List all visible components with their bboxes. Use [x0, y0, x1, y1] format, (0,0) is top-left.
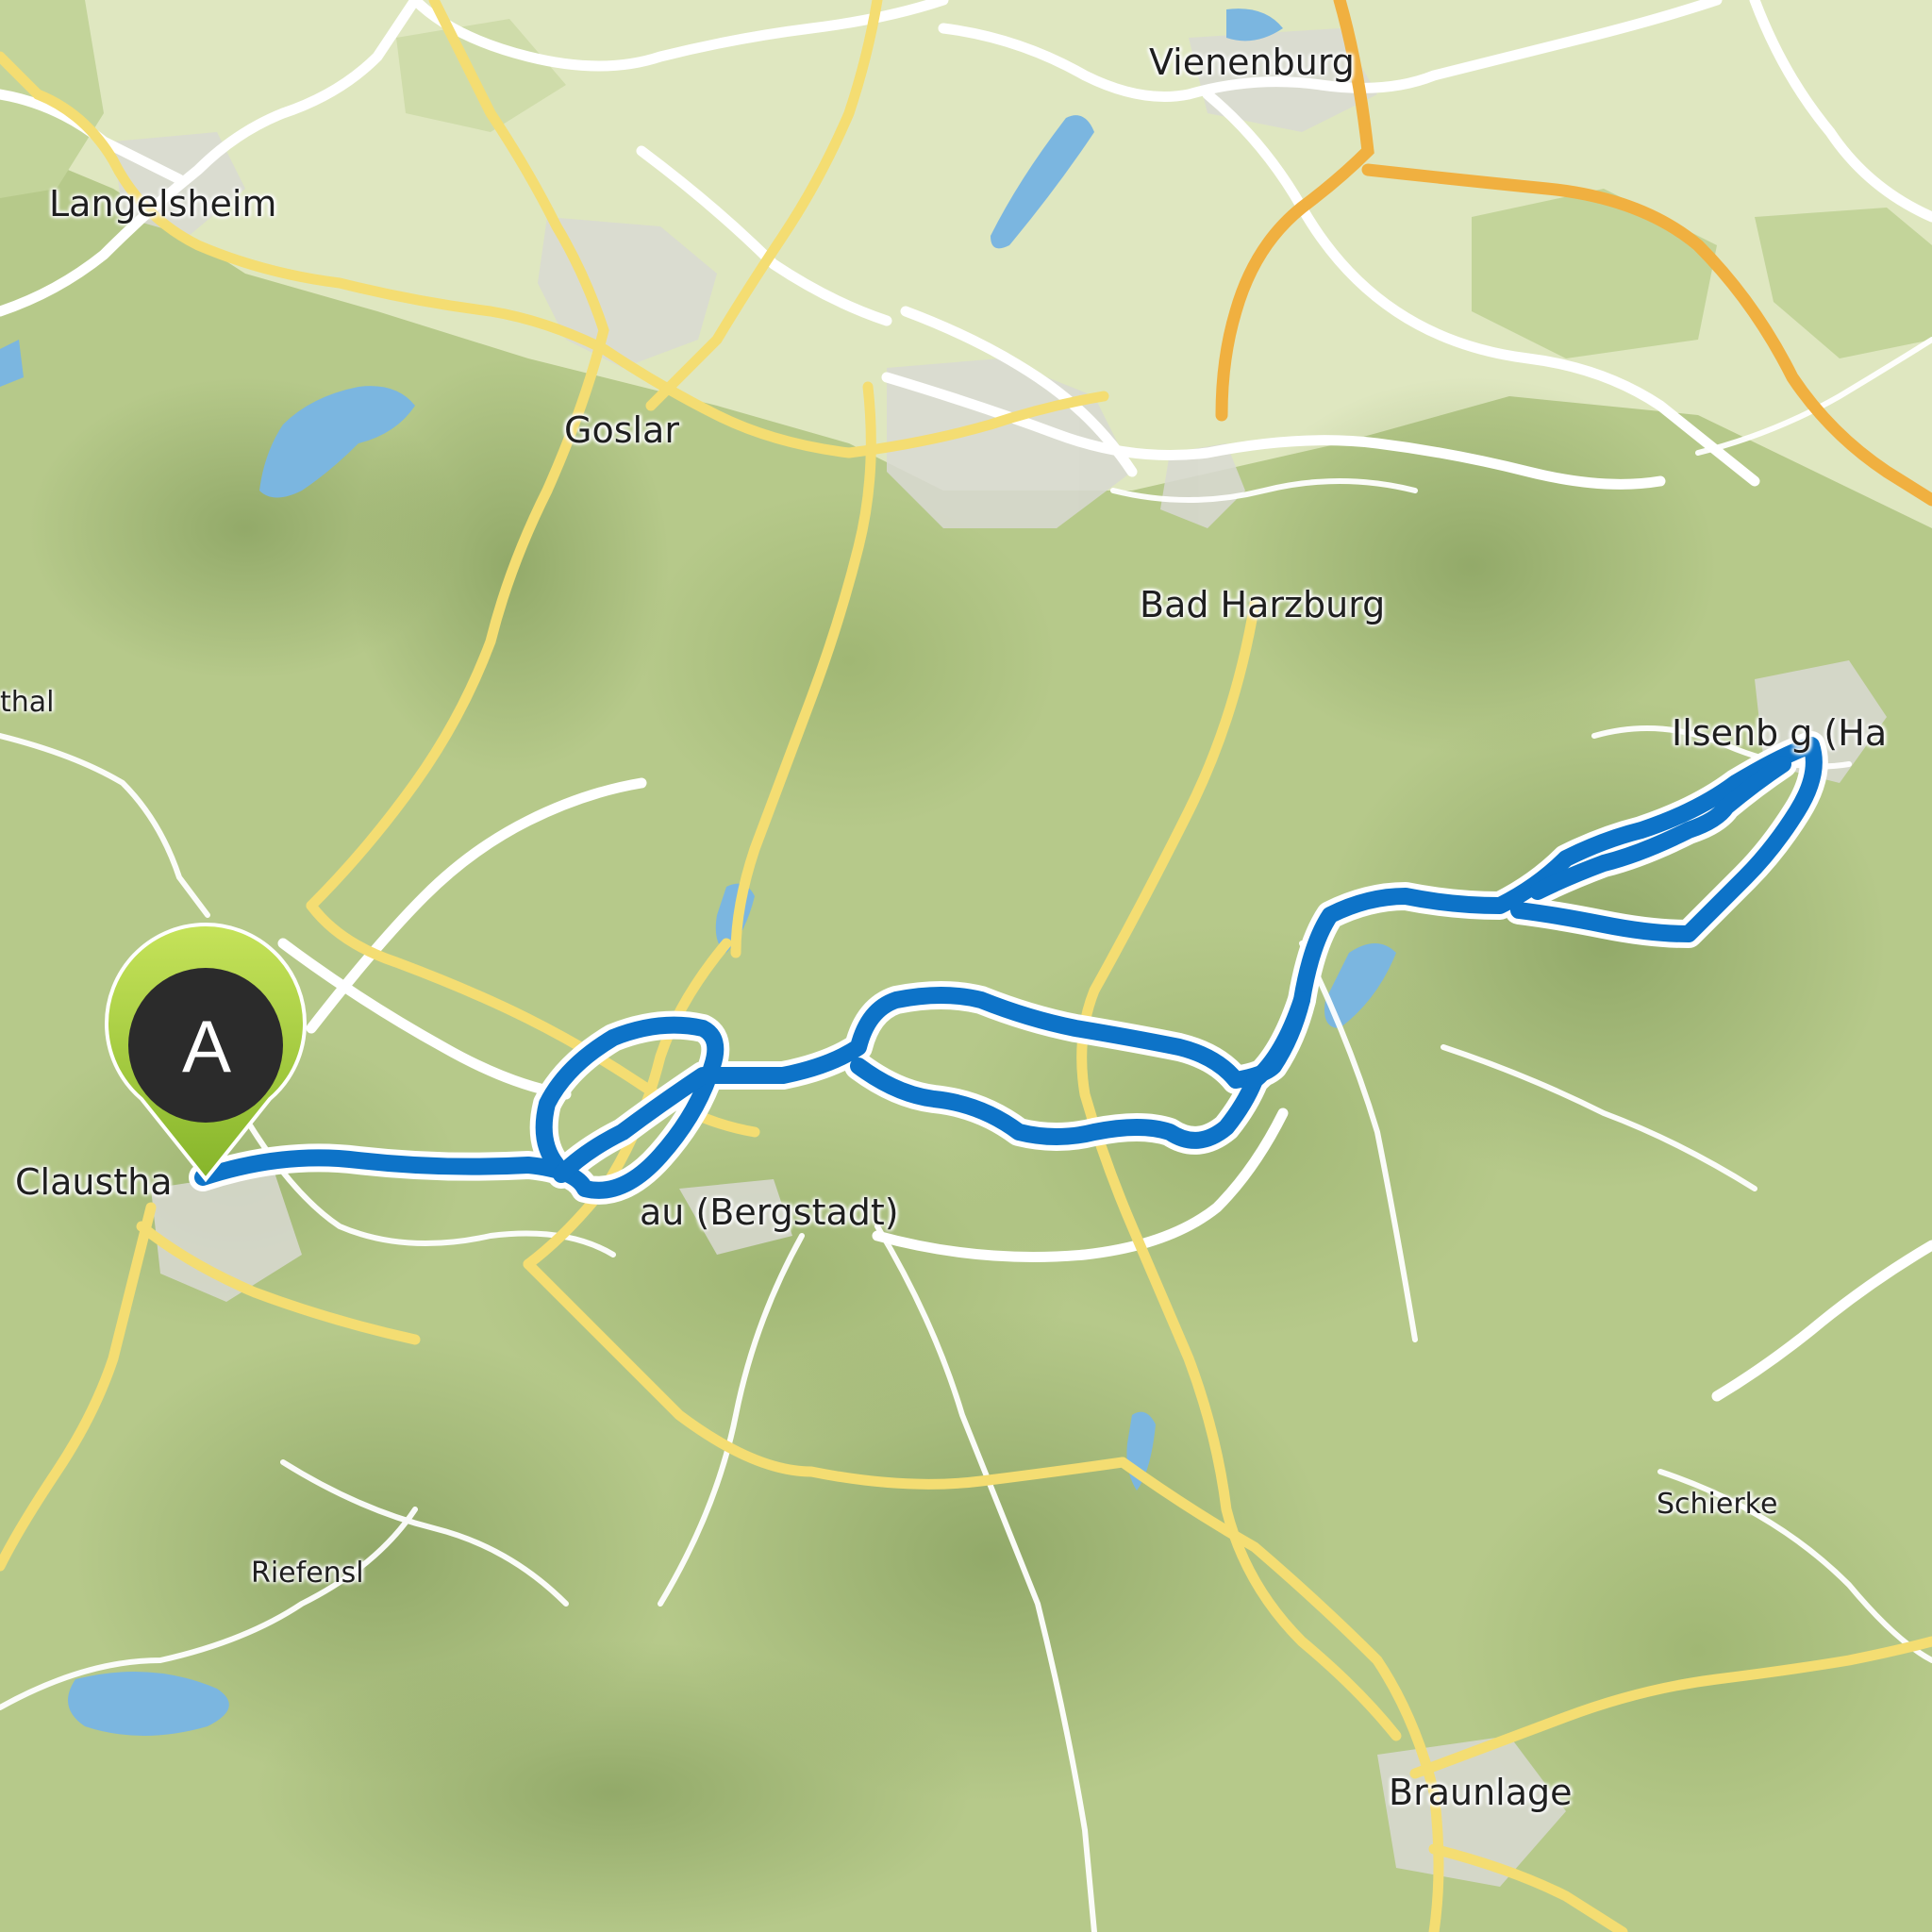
place-label-langelsheim: Langelsheim [49, 183, 277, 225]
marker-label: A [182, 1005, 232, 1088]
place-label-riefensbeek: Riefensl [251, 1557, 364, 1590]
place-label-braunlage: Braunlage [1389, 1772, 1573, 1813]
place-label-altenau: au (Bergstadt) [640, 1191, 899, 1233]
place-label-vienenburg: Vienenburg [1149, 42, 1355, 83]
place-label-thal: thal [0, 686, 55, 719]
place-label-bad-harzburg: Bad Harzburg [1140, 584, 1386, 625]
place-label-schierke: Schierke [1657, 1488, 1778, 1521]
place-label-goslar: Goslar [564, 409, 679, 451]
map-canvas [0, 0, 1932, 1932]
place-label-ilsenburg: Ilsenb g (Ha [1672, 712, 1888, 754]
place-label-clausthal: Claustha [15, 1161, 173, 1203]
map-view[interactable]: A Vienenburg Langelsheim Goslar Bad Harz… [0, 0, 1932, 1932]
